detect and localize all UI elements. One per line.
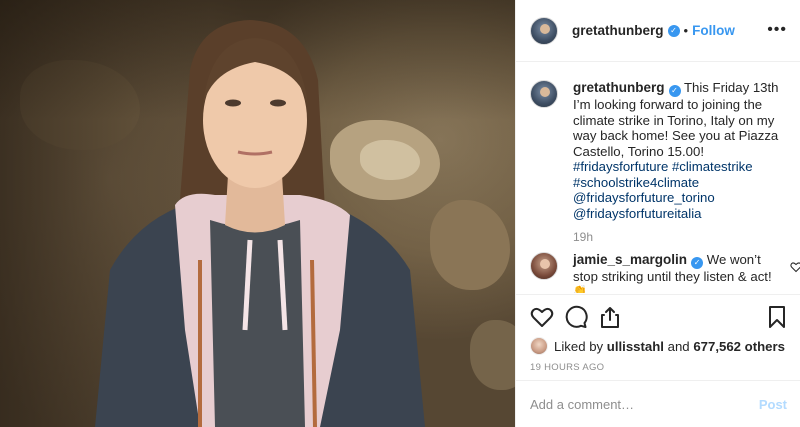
caption-time[interactable]: 19h xyxy=(573,230,593,244)
author-avatar[interactable] xyxy=(530,16,558,45)
verified-icon: ✓ xyxy=(667,24,680,37)
mention-link[interactable]: @fridaysforfuture_torino xyxy=(573,190,790,206)
separator-dot: • xyxy=(683,23,689,38)
likes-prefix: Liked by xyxy=(554,338,604,354)
hashtag-link[interactable]: #fridaysforfuture #climatestrike xyxy=(573,159,790,175)
post-photo[interactable] xyxy=(0,0,515,427)
post-header: gretathunberg ✓ • Follow ••• xyxy=(516,0,800,62)
post-timestamp[interactable]: 19 HOURS AGO xyxy=(530,362,604,373)
more-horizontal-icon[interactable]: ••• xyxy=(767,22,787,38)
post-sidebar: gretathunberg ✓ • Follow ••• gretathunbe… xyxy=(515,0,800,427)
likes-conjunction: and xyxy=(667,338,690,354)
comment-username[interactable]: jamie_s_margolin xyxy=(573,252,687,267)
comments-section: gretathunberg ✓ This Friday 13th I’m look… xyxy=(516,62,800,294)
comment-icon[interactable] xyxy=(564,305,588,329)
author-username[interactable]: gretathunberg xyxy=(572,23,664,38)
bookmark-icon[interactable] xyxy=(765,305,789,329)
comment-text: jamie_s_margolin ✓ We won’t stop striking… xyxy=(573,252,778,285)
action-bar: Liked by ullisstahl and 677,562 others 1… xyxy=(516,294,800,380)
comment-item: jamie_s_margolin ✓ We won’t stop striking… xyxy=(530,252,800,293)
author-avatar[interactable] xyxy=(530,80,558,108)
likes-summary: Liked by ullisstahl and 677,562 others xyxy=(530,337,785,355)
verified-icon: ✓ xyxy=(691,257,704,269)
share-icon[interactable] xyxy=(598,305,622,329)
commenter-avatar[interactable] xyxy=(530,252,558,280)
likes-others-link[interactable]: 677,562 others xyxy=(693,339,785,354)
follow-button[interactable]: Follow xyxy=(692,23,735,38)
liker-username[interactable]: ullisstahl xyxy=(607,339,664,354)
mention-link[interactable]: @fridaysforfutureitalia xyxy=(573,206,790,222)
verified-icon: ✓ xyxy=(668,85,681,97)
liker-avatar[interactable] xyxy=(530,337,548,355)
add-comment-bar: Post xyxy=(516,380,800,427)
comment-like-icon[interactable] xyxy=(790,261,800,273)
caption-text: gretathunberg ✓ This Friday 13th I’m look… xyxy=(573,80,790,221)
comment-emoji: 👏 xyxy=(573,285,587,293)
comment-input[interactable] xyxy=(530,396,759,412)
caption-username[interactable]: gretathunberg xyxy=(573,80,665,95)
hashtag-link[interactable]: #schoolstrike4climate xyxy=(573,175,790,191)
person-figure xyxy=(95,20,425,427)
caption: gretathunberg ✓ This Friday 13th I’m look… xyxy=(530,80,790,221)
post-comment-button[interactable]: Post xyxy=(759,397,787,412)
heart-icon[interactable] xyxy=(530,305,554,329)
